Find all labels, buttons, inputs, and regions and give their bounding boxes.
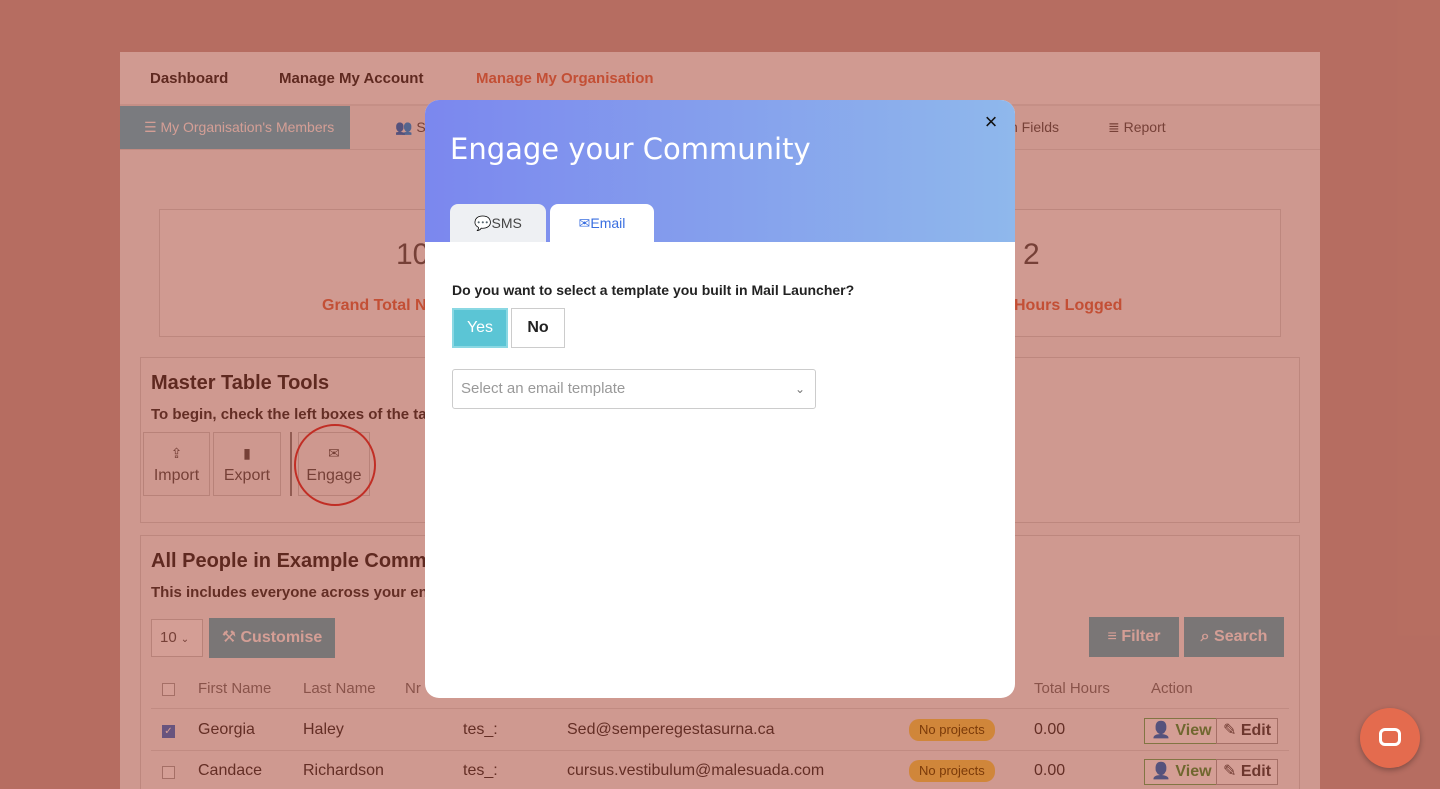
cell-nr: tes_: xyxy=(463,762,498,779)
view-button[interactable]: 👤 View xyxy=(1144,718,1219,744)
subtab-members[interactable]: ☰ My Organisation's Members xyxy=(120,106,351,149)
filter-button[interactable]: ≡ Filter xyxy=(1089,617,1179,657)
clipboard-icon: ▮ xyxy=(243,445,251,461)
highlight-circle xyxy=(294,424,376,506)
envelope-icon: ✉ xyxy=(578,215,591,231)
tab-sms[interactable]: 💬SMS xyxy=(450,204,546,242)
modal-title: Engage your Community xyxy=(450,132,811,166)
nav-manage-my-account[interactable]: Manage My Account xyxy=(279,70,423,87)
projects-badge: No projects xyxy=(909,760,995,782)
nav-manage-my-organisation[interactable]: Manage My Organisation xyxy=(476,70,654,87)
user-icon: 👤 xyxy=(1151,763,1176,780)
stat-hours-value: 2 xyxy=(1023,238,1040,271)
cell-last-name: Richardson xyxy=(303,762,384,779)
top-navigation: Dashboard Manage My Account Manage My Or… xyxy=(120,52,1320,106)
edit-button[interactable]: ✎ Edit xyxy=(1216,718,1279,744)
chat-bubble-icon: 💬 xyxy=(474,215,492,231)
toolbar-divider xyxy=(290,432,292,496)
col-total-hours[interactable]: Total Hours xyxy=(1034,680,1110,697)
cell-total-hours: 0.00 xyxy=(1034,721,1066,738)
view-button[interactable]: 👤 View xyxy=(1144,759,1219,785)
template-question: Do you want to select a template you bui… xyxy=(452,282,855,298)
stat-total-label: Grand Total Nu xyxy=(322,297,437,314)
cell-total-hours: 0.00 xyxy=(1034,762,1066,779)
row-divider xyxy=(151,750,1289,751)
edit-icon: ✎ xyxy=(1223,763,1241,780)
chevron-down-icon: ⌄ xyxy=(794,382,805,396)
tools-title: Master Table Tools xyxy=(151,372,330,394)
email-template-select[interactable]: Select an email template ⌄ xyxy=(452,369,816,409)
search-icon: ⌕ xyxy=(1200,628,1215,645)
database-icon: ≣ xyxy=(1108,119,1124,135)
import-button[interactable]: ⇪ Import xyxy=(143,432,210,496)
col-action: Action xyxy=(1151,680,1193,697)
close-icon[interactable]: × xyxy=(979,110,1003,134)
customise-button[interactable]: ⚒ Customise xyxy=(209,618,335,658)
cell-last-name: Haley xyxy=(303,721,344,738)
stat-hours-label: Hours Logged xyxy=(1014,297,1123,314)
email-template-placeholder: Select an email template xyxy=(461,380,626,397)
engage-modal: Engage your Community × 💬SMS ✉Email Do y… xyxy=(425,100,1015,698)
filter-icon: ≡ xyxy=(1107,628,1122,645)
col-nr[interactable]: Nr xyxy=(405,680,421,697)
no-button[interactable]: No xyxy=(511,308,565,348)
edit-button[interactable]: ✎ Edit xyxy=(1216,759,1279,785)
cell-nr: tes_: xyxy=(463,721,498,738)
cell-email: Sed@semperegestasurna.ca xyxy=(567,721,775,738)
page-size-select[interactable]: 10 ⌄ xyxy=(151,619,203,657)
chevron-down-icon: ⌄ xyxy=(180,634,190,645)
chat-icon xyxy=(1379,728,1401,746)
users-icon: 👥 xyxy=(395,119,417,135)
edit-icon: ✎ xyxy=(1223,722,1241,739)
col-last-name[interactable]: Last Name xyxy=(303,680,376,697)
modal-header: Engage your Community × 💬SMS ✉Email xyxy=(425,100,1015,242)
cell-first-name: Georgia xyxy=(198,721,255,738)
cell-email: cursus.vestibulum@malesuada.com xyxy=(567,762,825,779)
subtab-report[interactable]: ≣ Report xyxy=(1108,106,1166,149)
row-checkbox[interactable] xyxy=(162,766,175,779)
yes-button[interactable]: Yes xyxy=(452,308,508,348)
tab-email[interactable]: ✉Email xyxy=(550,204,654,242)
chat-launcher-button[interactable] xyxy=(1360,708,1420,768)
search-button[interactable]: ⌕ Search xyxy=(1184,617,1284,657)
tools-icon: ⚒ xyxy=(221,629,241,646)
upload-icon: ⇪ xyxy=(170,445,183,461)
header-divider xyxy=(151,708,1289,709)
subtab-groups[interactable]: 👥 S xyxy=(395,106,426,149)
cell-first-name: Candace xyxy=(198,762,263,779)
nav-dashboard[interactable]: Dashboard xyxy=(150,70,228,87)
col-first-name[interactable]: First Name xyxy=(198,680,271,697)
select-all-checkbox[interactable] xyxy=(162,683,175,696)
tools-subtitle: To begin, check the left boxes of the ta… xyxy=(151,406,436,423)
people-subtitle: This includes everyone across your ent xyxy=(151,584,433,601)
people-title: All People in Example Commun xyxy=(151,550,452,572)
user-icon: 👤 xyxy=(1151,722,1176,739)
export-button[interactable]: ▮ Export xyxy=(213,432,281,496)
list-icon: ☰ xyxy=(144,119,161,135)
subtab-custom-fields[interactable]: n Fields xyxy=(1010,106,1059,149)
row-checkbox[interactable]: ✓ xyxy=(162,725,175,738)
projects-badge: No projects xyxy=(909,719,995,741)
